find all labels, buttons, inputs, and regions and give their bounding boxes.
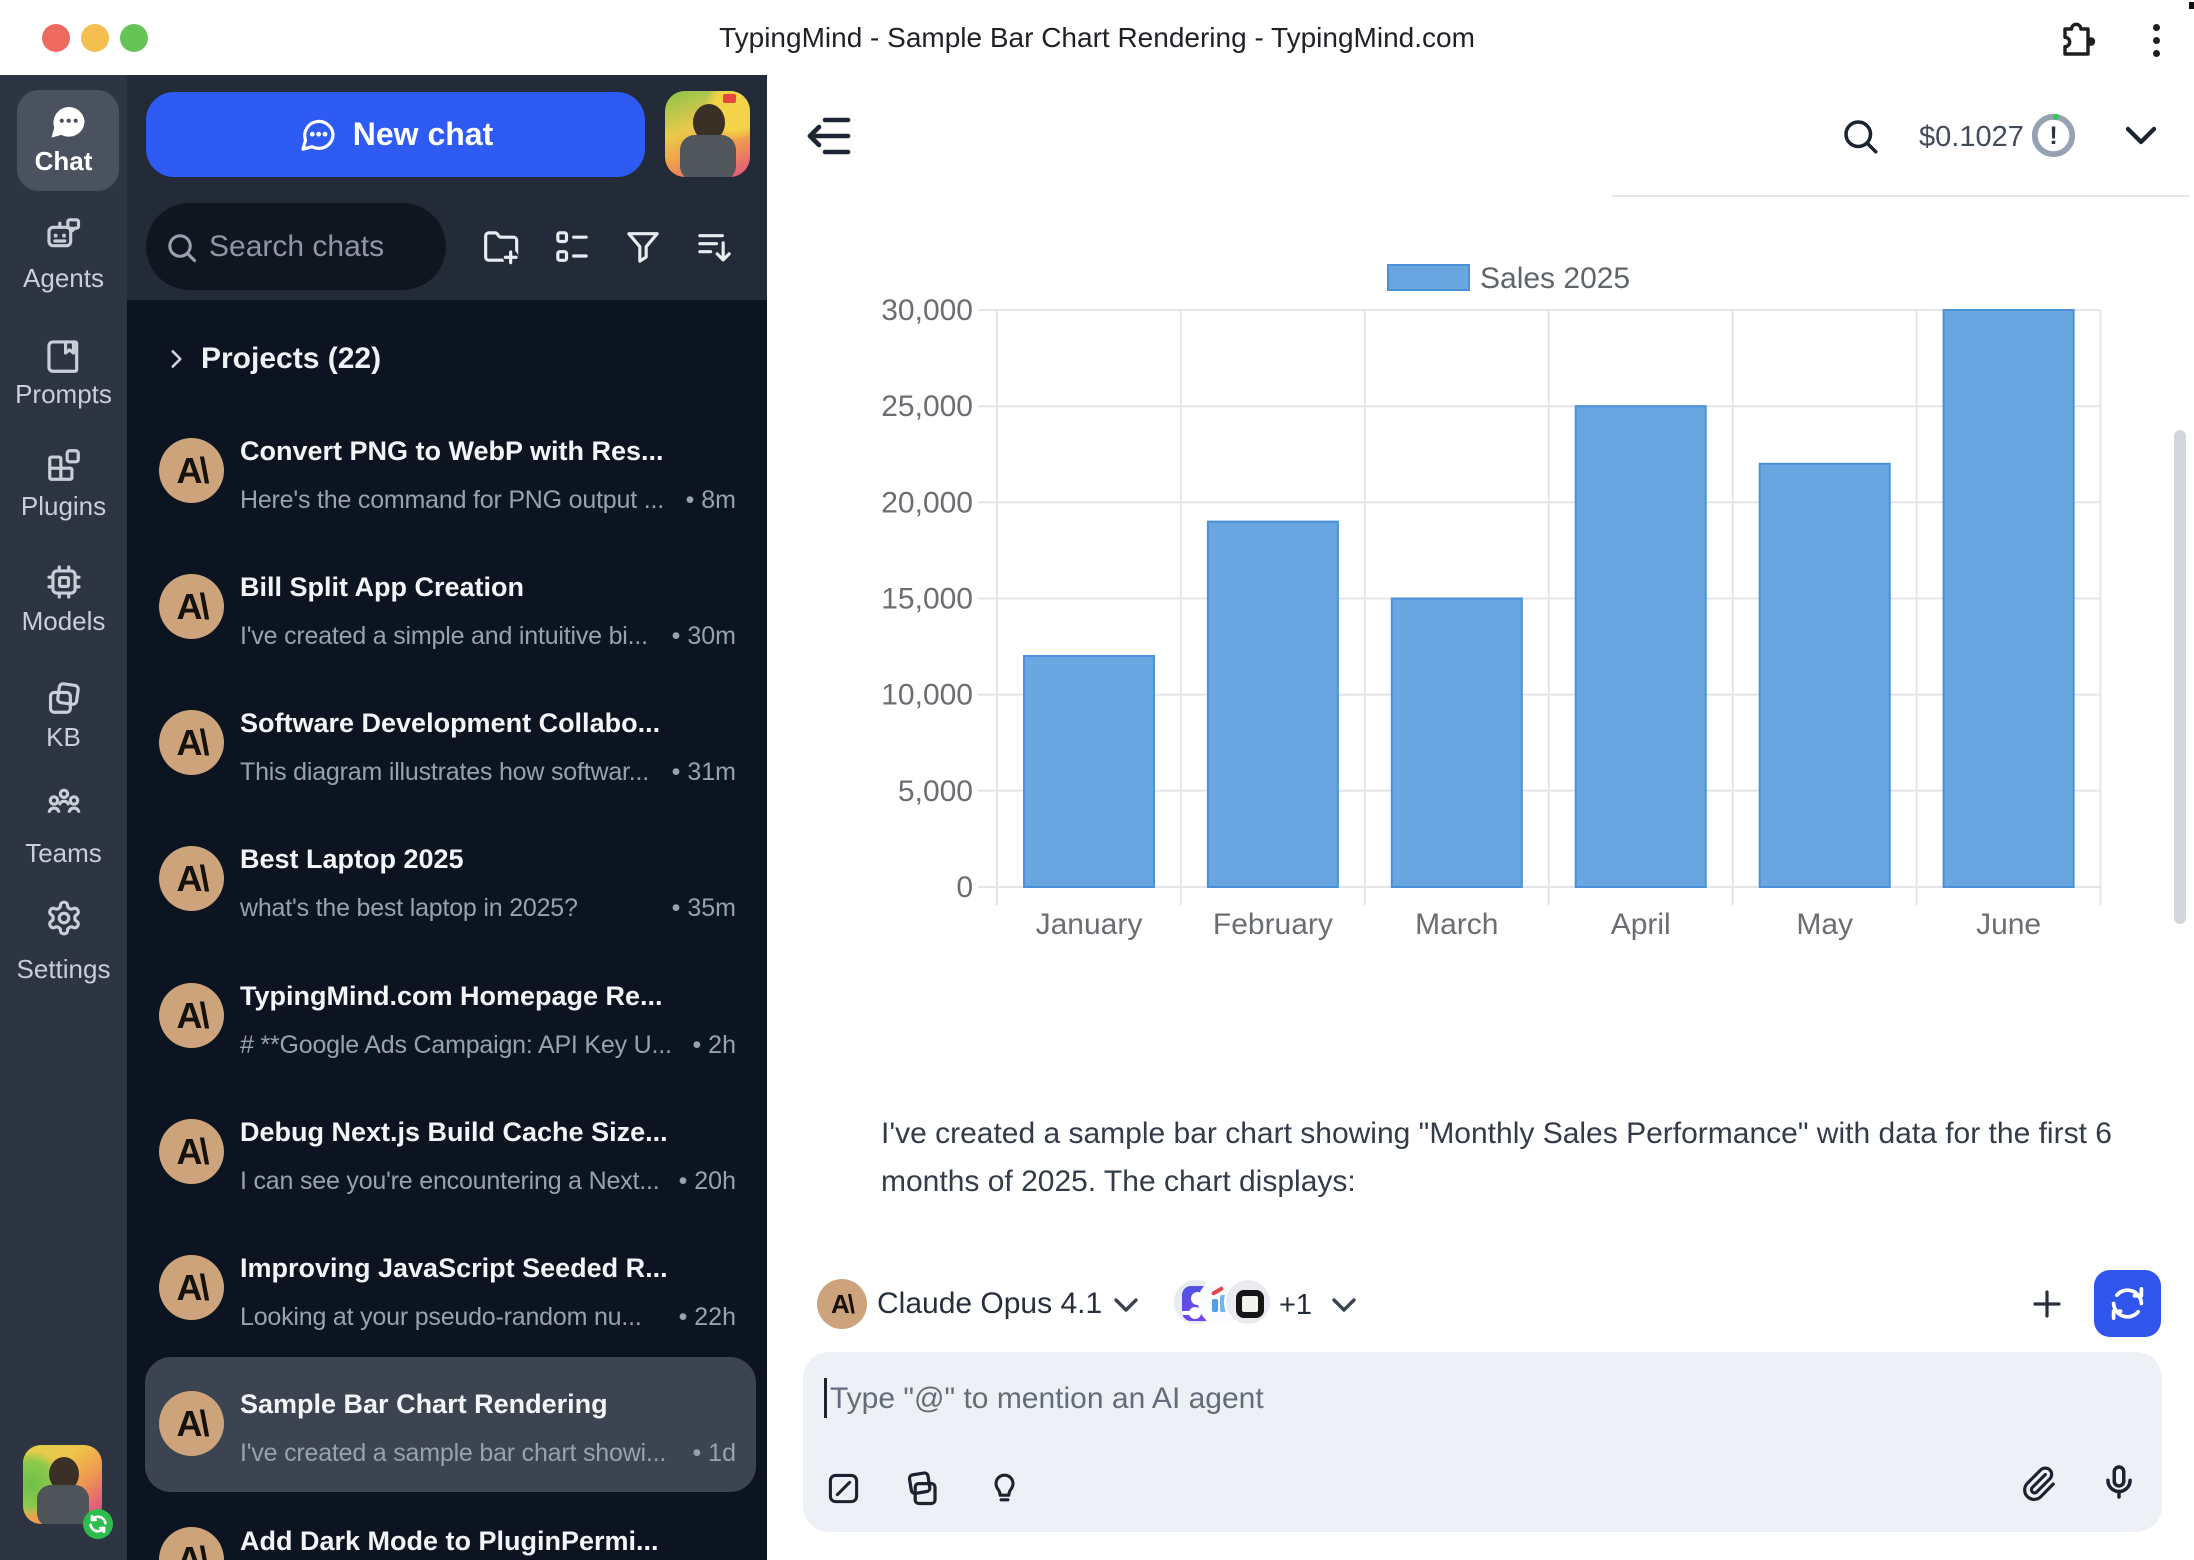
svg-text:25,000: 25,000 [881,390,973,423]
svg-text:30,000: 30,000 [881,294,973,327]
svg-text:5,000: 5,000 [898,775,973,808]
svg-text:February: February [1213,908,1333,941]
svg-text:10,000: 10,000 [881,679,973,712]
svg-text:January: January [1036,908,1143,941]
svg-text:0: 0 [956,871,973,904]
svg-text:May: May [1796,908,1853,941]
svg-text:March: March [1415,908,1498,941]
svg-text:Sales 2025: Sales 2025 [1480,262,1630,295]
svg-text:April: April [1611,908,1671,941]
svg-text:!: ! [2049,122,2057,150]
svg-text:15,000: 15,000 [881,583,973,616]
svg-text:June: June [1976,908,2041,941]
svg-text:20,000: 20,000 [881,486,973,519]
